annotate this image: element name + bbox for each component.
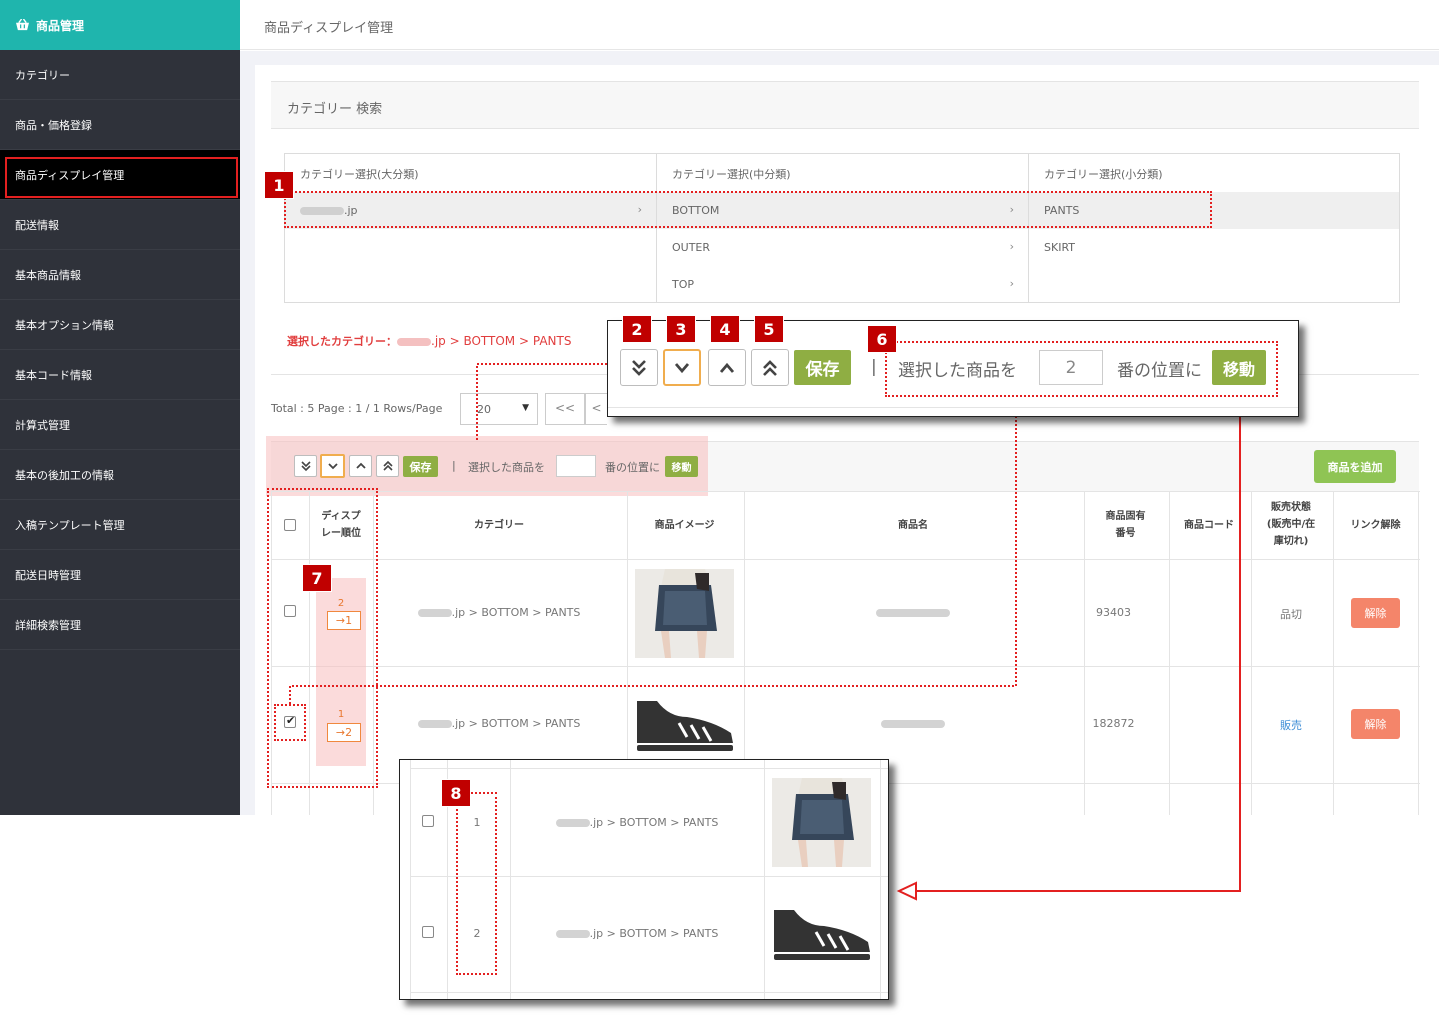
double-chevron-up-icon [763,359,777,376]
row-category: .jp > BOTTOM > PANTS [510,816,764,829]
annotation-badge-5: 5 [754,315,784,343]
annotation-badge-8: 8 [441,779,471,807]
annotation-badge-4: 4 [710,315,740,343]
move-top-button-zoom[interactable] [751,349,789,386]
row-category: .jp > BOTTOM > PANTS [510,927,764,940]
double-chevron-down-icon [632,359,646,376]
annotation-badge-3: 3 [666,315,696,343]
annotation-box-6 [885,341,1278,397]
move-up-button-zoom[interactable] [708,349,746,386]
move-bottom-button-zoom[interactable] [620,349,658,386]
annotation-badge-7: 7 [302,564,332,592]
chevron-down-icon [674,362,690,373]
annotation-badge-6: 6 [867,325,897,353]
move-down-button-zoom[interactable] [663,349,701,386]
blurred-text [555,819,590,827]
row-category-text: .jp > BOTTOM > PANTS [589,927,719,940]
annotation-box-8 [456,792,497,975]
annotation-badge-1: 1 [264,171,294,199]
row-checkbox[interactable] [422,815,434,827]
row-category-text: .jp > BOTTOM > PANTS [589,816,719,829]
save-button-zoom[interactable]: 保存 [794,350,851,385]
annotation-badge-2: 2 [622,315,652,343]
chevron-up-icon [719,362,735,373]
blurred-text [555,930,590,938]
shoe-icon [774,910,870,960]
row-checkbox[interactable] [422,926,434,938]
result-table-popup: 1 .jp > BOTTOM > PANTS 2 .jp > BOTTOM > … [399,759,889,1000]
skirt-photo [772,778,871,867]
toolbar-separator-zoom: | [871,357,877,377]
